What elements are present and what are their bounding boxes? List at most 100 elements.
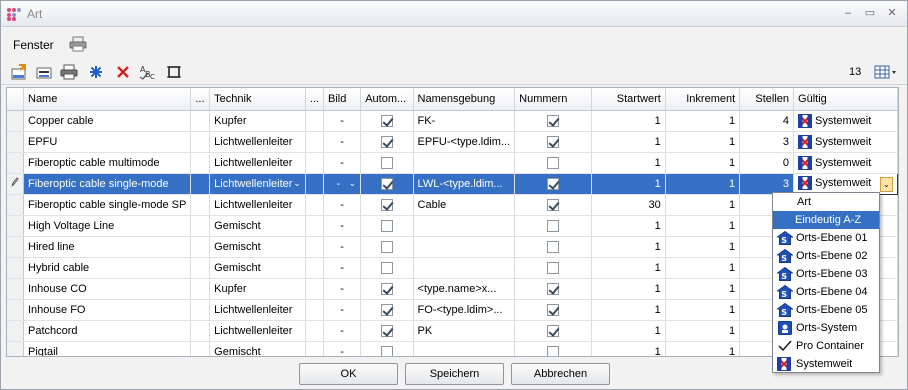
column-header-startwert[interactable]: Startwert xyxy=(591,88,666,111)
table-row[interactable]: PigtailGemischt-110 xyxy=(7,341,898,356)
cell-nummern[interactable] xyxy=(514,215,592,237)
gueltig-dropdown-button[interactable]: ⌄ xyxy=(880,176,893,192)
cell-autom[interactable] xyxy=(360,236,414,258)
cell-name-ellipsis[interactable] xyxy=(190,152,211,174)
cell-namensgebung[interactable] xyxy=(413,236,516,258)
cell-autom[interactable] xyxy=(360,194,414,216)
checkbox[interactable] xyxy=(546,303,559,316)
new-record-icon[interactable] xyxy=(9,62,29,82)
cancel-button[interactable]: Abbrechen xyxy=(511,363,610,385)
column-header-namensgebung[interactable]: Namensgebung xyxy=(413,88,516,111)
cell-name-ellipsis[interactable] xyxy=(190,278,211,300)
cell-startwert[interactable]: 30 xyxy=(591,194,666,216)
cell-bild[interactable]: - ⌄ xyxy=(323,173,362,195)
print-icon[interactable] xyxy=(59,62,79,82)
cell-nummern[interactable] xyxy=(514,320,592,342)
cell-name[interactable]: Inhouse CO xyxy=(23,278,192,300)
cell-name-ellipsis[interactable] xyxy=(190,173,211,195)
cell-startwert[interactable]: 1 xyxy=(591,299,666,321)
cell-inkrement[interactable]: 1 xyxy=(665,194,741,216)
cell-name-ellipsis[interactable] xyxy=(190,131,211,153)
cell-namensgebung[interactable] xyxy=(413,152,516,174)
checkbox[interactable] xyxy=(546,261,559,274)
cell-namensgebung[interactable]: FK- xyxy=(413,110,516,132)
cell-nummern[interactable] xyxy=(514,173,592,195)
cell-startwert[interactable]: 1 xyxy=(591,257,666,279)
cell-inkrement[interactable]: 1 xyxy=(665,278,741,300)
cell-startwert[interactable]: 1 xyxy=(591,215,666,237)
cell-inkrement[interactable]: 1 xyxy=(665,257,741,279)
cell-bild[interactable]: - xyxy=(323,299,362,321)
title-bar[interactable]: Art – ▭ ✕ xyxy=(1,1,907,27)
cell-name[interactable]: EPFU xyxy=(23,131,192,153)
cell-namensgebung[interactable]: Cable xyxy=(413,194,516,216)
table-row[interactable]: Fiberoptic cable single-mode SP Lichtwell… xyxy=(7,194,898,216)
checkbox[interactable] xyxy=(546,135,559,148)
checkbox[interactable] xyxy=(380,177,393,190)
dropdown-item[interactable]: Eindeutig A-Z xyxy=(773,211,879,229)
cell-technik[interactable]: Lichtwellenleiter ⌄ xyxy=(209,173,306,195)
table-row[interactable]: PatchcordLichtwellenleiter-PK114 xyxy=(7,320,898,342)
cell-inkrement[interactable]: 1 xyxy=(665,236,741,258)
table-row[interactable]: Inhouse COKupfer-<type.name>x...113 xyxy=(7,278,898,300)
cell-bild[interactable]: - xyxy=(323,278,362,300)
dropdown-item[interactable]: S Orts-Ebene 05 xyxy=(773,301,879,319)
cell-technik-ellipsis[interactable] xyxy=(305,278,324,300)
checkbox[interactable] xyxy=(380,345,393,356)
column-header-technik-ellipsis[interactable]: ... xyxy=(305,88,324,111)
checkbox[interactable] xyxy=(546,324,559,337)
cell-name[interactable]: Fiberoptic cable single-mode SP xyxy=(23,194,192,216)
cell-namensgebung[interactable] xyxy=(413,341,516,356)
cell-inkrement[interactable]: 1 xyxy=(665,131,741,153)
checkbox[interactable] xyxy=(380,282,393,295)
dropdown-item[interactable]: S Orts-Ebene 01 xyxy=(773,229,879,247)
spellcheck-icon[interactable]: ABC xyxy=(138,62,158,82)
column-header-nummern[interactable]: Nummern xyxy=(514,88,592,111)
cell-name-ellipsis[interactable] xyxy=(190,236,211,258)
cell-technik-ellipsis[interactable] xyxy=(305,131,324,153)
cell-name[interactable]: Patchcord xyxy=(23,320,192,342)
cell-nummern[interactable] xyxy=(514,110,592,132)
checkbox[interactable] xyxy=(380,219,393,232)
cell-startwert[interactable]: 1 xyxy=(591,110,666,132)
dropdown-item[interactable]: Pro Container xyxy=(773,337,879,355)
cell-stellen[interactable]: 0 xyxy=(739,152,795,174)
close-button[interactable]: ✕ xyxy=(883,5,901,21)
cell-bild[interactable]: - xyxy=(323,131,362,153)
cell-nummern[interactable] xyxy=(514,278,592,300)
cell-technik-ellipsis[interactable] xyxy=(305,215,324,237)
cell-technik-ellipsis[interactable] xyxy=(305,194,324,216)
cell-inkrement[interactable]: 1 xyxy=(665,173,741,195)
checkbox[interactable] xyxy=(546,177,559,190)
cell-technik-ellipsis[interactable] xyxy=(305,320,324,342)
checkbox[interactable] xyxy=(380,240,393,253)
cell-stellen[interactable]: 4 xyxy=(739,110,795,132)
cell-technik[interactable]: Lichtwellenleiter xyxy=(209,320,306,342)
menu-fenster[interactable]: Fenster xyxy=(13,38,54,52)
cell-startwert[interactable]: 1 xyxy=(591,341,666,356)
dropdown-item[interactable]: S Orts-Ebene 04 xyxy=(773,283,879,301)
cell-bild[interactable]: - xyxy=(323,257,362,279)
cell-namensgebung[interactable]: FO-<type.ldim>... xyxy=(413,299,516,321)
cell-startwert[interactable]: 1 xyxy=(591,236,666,258)
freeze-icon[interactable] xyxy=(86,62,106,82)
table-row[interactable]: Inhouse FO Lichtwellenleiter - FO-<type.ldi… xyxy=(7,299,898,321)
cell-name[interactable]: Pigtail xyxy=(23,341,192,356)
cell-technik[interactable]: Lichtwellenleiter xyxy=(209,131,306,153)
checkbox[interactable] xyxy=(546,219,559,232)
column-header-autom[interactable]: Autom... xyxy=(360,88,414,111)
dropdown-item[interactable]: Orts-System xyxy=(773,319,879,337)
column-header-name-ellipsis[interactable]: ... xyxy=(190,88,211,111)
cell-namensgebung[interactable]: EPFU-<type.ldim... xyxy=(413,131,516,153)
cell-stellen[interactable]: 3 xyxy=(739,131,795,153)
table-row[interactable]: Fiberoptic cable single-mode Lichtwellenl… xyxy=(7,172,898,195)
cell-name-ellipsis[interactable] xyxy=(190,341,211,356)
cell-name-ellipsis[interactable] xyxy=(190,215,211,237)
cell-nummern[interactable] xyxy=(514,341,592,356)
cell-nummern[interactable] xyxy=(514,131,592,153)
cell-name[interactable]: Copper cable xyxy=(23,110,192,132)
checkbox[interactable] xyxy=(546,282,559,295)
cell-namensgebung[interactable] xyxy=(413,215,516,237)
cell-technik-ellipsis[interactable] xyxy=(305,152,324,174)
cell-bild[interactable]: - xyxy=(323,341,362,356)
